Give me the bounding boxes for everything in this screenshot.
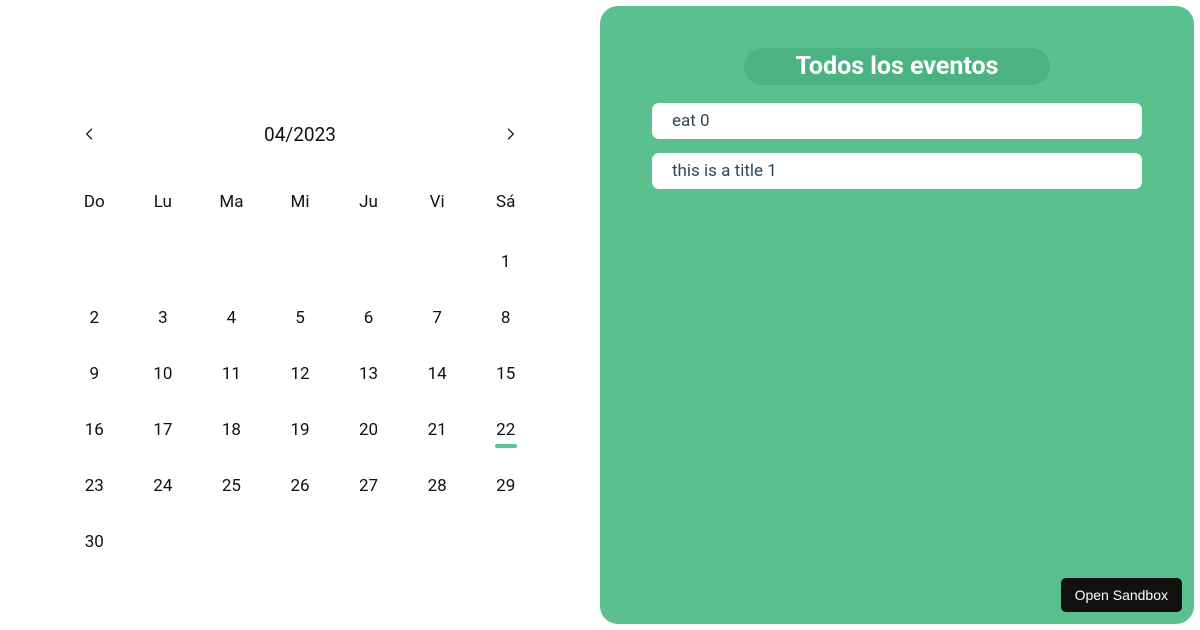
day-cell[interactable]: 1: [471, 248, 540, 276]
day-cell-empty: [60, 248, 129, 276]
month-label: 04/2023: [264, 123, 336, 146]
day-cell[interactable]: 23: [60, 472, 129, 500]
events-card: Todos los eventos eat 0 this is a title 1: [600, 6, 1194, 624]
event-item[interactable]: this is a title 1: [652, 153, 1142, 189]
events-panel-title: Todos los eventos: [744, 48, 1051, 85]
day-cell[interactable]: 5: [266, 304, 335, 332]
day-cell[interactable]: 7: [403, 304, 472, 332]
day-cell-empty: [266, 248, 335, 276]
day-cell-empty: [197, 248, 266, 276]
day-of-week-header: Sá: [471, 192, 540, 220]
day-of-week-header: Ju: [334, 192, 403, 220]
day-cell[interactable]: 22: [471, 416, 540, 444]
event-item[interactable]: eat 0: [652, 103, 1142, 139]
day-cell[interactable]: 17: [129, 416, 198, 444]
day-cell[interactable]: 9: [60, 360, 129, 388]
day-cell[interactable]: 16: [60, 416, 129, 444]
day-cell[interactable]: 30: [60, 528, 129, 556]
day-of-week-header: Vi: [403, 192, 472, 220]
day-cell[interactable]: 27: [334, 472, 403, 500]
day-cell[interactable]: 15: [471, 360, 540, 388]
chevron-left-icon[interactable]: [78, 122, 102, 146]
open-sandbox-button[interactable]: Open Sandbox: [1061, 578, 1182, 612]
day-cell[interactable]: 4: [197, 304, 266, 332]
day-cell[interactable]: 20: [334, 416, 403, 444]
day-of-week-header: Ma: [197, 192, 266, 220]
day-cell[interactable]: 14: [403, 360, 472, 388]
day-cell[interactable]: 13: [334, 360, 403, 388]
event-list: eat 0 this is a title 1: [646, 103, 1148, 189]
day-cell[interactable]: 6: [334, 304, 403, 332]
day-cell[interactable]: 29: [471, 472, 540, 500]
day-cell[interactable]: 18: [197, 416, 266, 444]
day-cell-empty: [403, 248, 472, 276]
calendar-header: 04/2023: [0, 0, 600, 170]
day-cell-empty: [334, 248, 403, 276]
chevron-right-icon[interactable]: [498, 122, 522, 146]
day-cell[interactable]: 12: [266, 360, 335, 388]
day-cell-empty: [129, 248, 198, 276]
day-of-week-header: Lu: [129, 192, 198, 220]
day-of-week-header: Do: [60, 192, 129, 220]
day-cell[interactable]: 19: [266, 416, 335, 444]
day-cell[interactable]: 10: [129, 360, 198, 388]
day-cell[interactable]: 2: [60, 304, 129, 332]
day-cell[interactable]: 24: [129, 472, 198, 500]
events-pane: Todos los eventos eat 0 this is a title 1: [600, 0, 1200, 630]
day-cell[interactable]: 11: [197, 360, 266, 388]
day-cell[interactable]: 26: [266, 472, 335, 500]
day-cell[interactable]: 3: [129, 304, 198, 332]
day-cell[interactable]: 25: [197, 472, 266, 500]
day-cell[interactable]: 8: [471, 304, 540, 332]
day-cell[interactable]: 21: [403, 416, 472, 444]
calendar-grid: DoLuMaMiJuViSá12345678910111213141516171…: [0, 192, 600, 556]
day-of-week-header: Mi: [266, 192, 335, 220]
calendar-pane: 04/2023 DoLuMaMiJuViSá123456789101112131…: [0, 0, 600, 630]
day-cell[interactable]: 28: [403, 472, 472, 500]
